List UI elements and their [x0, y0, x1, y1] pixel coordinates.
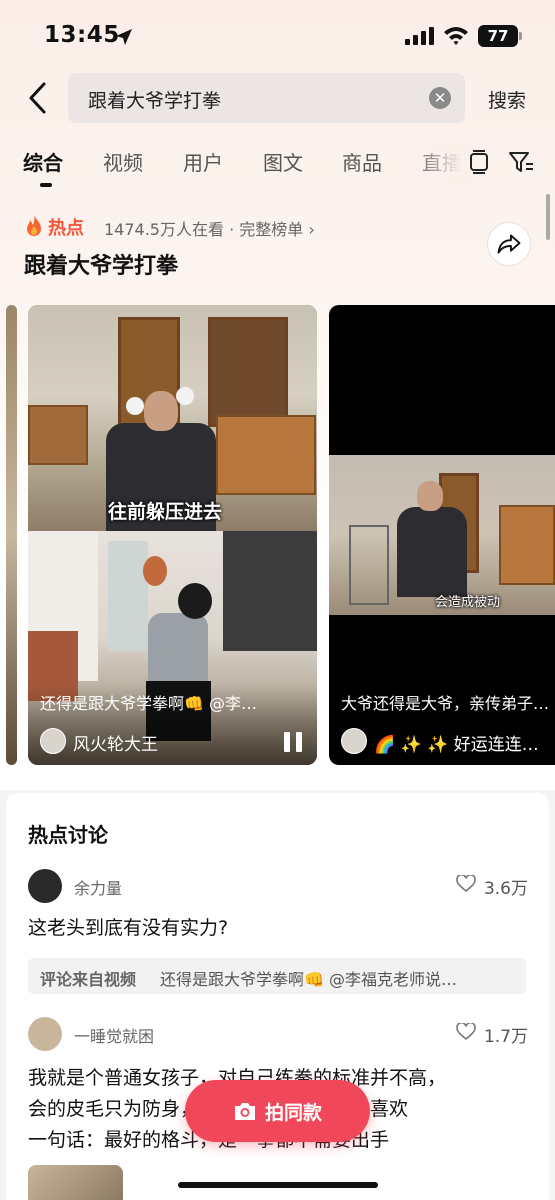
- cabinet-shape: [499, 505, 555, 585]
- shelf-shape: [28, 405, 88, 465]
- battery-tip: [519, 32, 522, 40]
- video-caption: 大爷还得是大爷，亲传弟子…: [341, 694, 550, 713]
- comment-source-text: 还得是跟大爷学拳啊👊 @李福克老师说…: [160, 970, 458, 989]
- comment-source[interactable]: 评论来自视频 还得是跟大爷学拳啊👊 @李福克老师说…: [28, 958, 526, 994]
- person-head: [417, 481, 443, 511]
- comment-source-label: 评论来自视频: [40, 970, 137, 989]
- result-tabs: 综合 视频 用户 图文 商品 直播: [0, 140, 555, 192]
- window-shape: [208, 317, 288, 427]
- camera-icon: [235, 1103, 255, 1120]
- share-icon[interactable]: [487, 222, 531, 266]
- hot-viewer-count[interactable]: 1474.5万人在看 · 完整榜单 ›: [104, 216, 315, 240]
- video-thumbnail-top: 往前躲压进去: [28, 305, 317, 533]
- video-card[interactable]: 会造成被动 大爷还得是大爷，亲传弟子… 🌈 ✨ ✨ 好运连连…: [329, 305, 555, 765]
- post-username[interactable]: 余力量: [74, 875, 122, 899]
- tab-video[interactable]: 视频: [103, 147, 143, 176]
- wardrobe-shape: [223, 531, 317, 651]
- shoot-same-label: 拍同款: [265, 1102, 323, 1124]
- video-card-partial[interactable]: [6, 305, 17, 765]
- clear-icon[interactable]: ✕: [429, 87, 451, 109]
- video-thumbnail: 会造成被动: [329, 455, 555, 615]
- person-head: [178, 583, 212, 619]
- glove-shape: [176, 387, 194, 405]
- search-button[interactable]: 搜索: [488, 86, 526, 113]
- tab-fade-overlay: [410, 140, 470, 184]
- person-body: [148, 613, 208, 683]
- glass-door: [108, 541, 148, 651]
- tab-comprehensive[interactable]: 综合: [23, 147, 63, 176]
- location-arrow-icon: [116, 29, 132, 45]
- post-image-thumbnail[interactable]: [28, 1165, 123, 1200]
- search-query-text: 跟着大爷学打拳: [88, 90, 222, 112]
- flame-icon: [27, 215, 41, 236]
- author-name: 风火轮大王: [73, 735, 158, 755]
- author-name: 🌈 ✨ ✨ 好运连连…: [374, 735, 539, 755]
- avatar: [40, 728, 66, 754]
- video-card[interactable]: 往前躲压进去 还得是跟大爷学拳啊👊 @李… 风火轮大王: [28, 305, 317, 765]
- post-text: 这老头到底有没有实力?: [28, 917, 229, 939]
- vase-shape: [143, 556, 167, 586]
- heart-icon[interactable]: [456, 1023, 476, 1041]
- battery-indicator: 77: [478, 25, 518, 47]
- avatar: [341, 728, 367, 754]
- tab-products[interactable]: 商品: [342, 147, 382, 176]
- like-count: 1.7万: [483, 1027, 528, 1047]
- person-head: [144, 391, 178, 431]
- section-title: 热点讨论: [28, 823, 108, 847]
- layout-toggle-icon[interactable]: [468, 149, 490, 175]
- scrollbar-thumb[interactable]: [546, 194, 550, 240]
- status-bar: 13:45 77: [0, 0, 555, 70]
- glove-shape: [126, 397, 144, 415]
- tab-users[interactable]: 用户: [183, 147, 223, 176]
- cabinet-shape: [216, 415, 316, 495]
- avatar[interactable]: [28, 1017, 62, 1051]
- tab-image-text[interactable]: 图文: [263, 147, 303, 176]
- home-indicator[interactable]: [178, 1182, 378, 1188]
- pause-icon[interactable]: [284, 732, 302, 752]
- video-caption: 还得是跟大爷学拳啊👊 @李…: [40, 694, 258, 713]
- wifi-icon: [444, 27, 468, 45]
- back-arrow-icon[interactable]: [24, 80, 54, 116]
- search-input[interactable]: 跟着大爷学打拳 ✕: [68, 73, 465, 123]
- cellular-signal-icon: [405, 27, 435, 45]
- video-subtitle: 往前躲压进去: [108, 501, 223, 523]
- avatar[interactable]: [28, 869, 62, 903]
- post-username[interactable]: 一睡觉就困: [74, 1023, 154, 1047]
- hot-topic-title[interactable]: 跟着大爷学打拳: [24, 248, 178, 280]
- status-time: 13:45: [44, 22, 120, 48]
- person-body: [397, 507, 467, 597]
- shoot-same-button[interactable]: 拍同款: [185, 1080, 370, 1142]
- heart-icon[interactable]: [456, 875, 476, 893]
- hot-badge: 热点: [48, 218, 84, 239]
- filter-icon[interactable]: [508, 149, 534, 175]
- shelf-shape: [349, 525, 389, 605]
- video-subtitle: 会造成被动: [435, 595, 501, 610]
- active-tab-indicator: [40, 183, 52, 187]
- like-count: 3.6万: [483, 879, 528, 899]
